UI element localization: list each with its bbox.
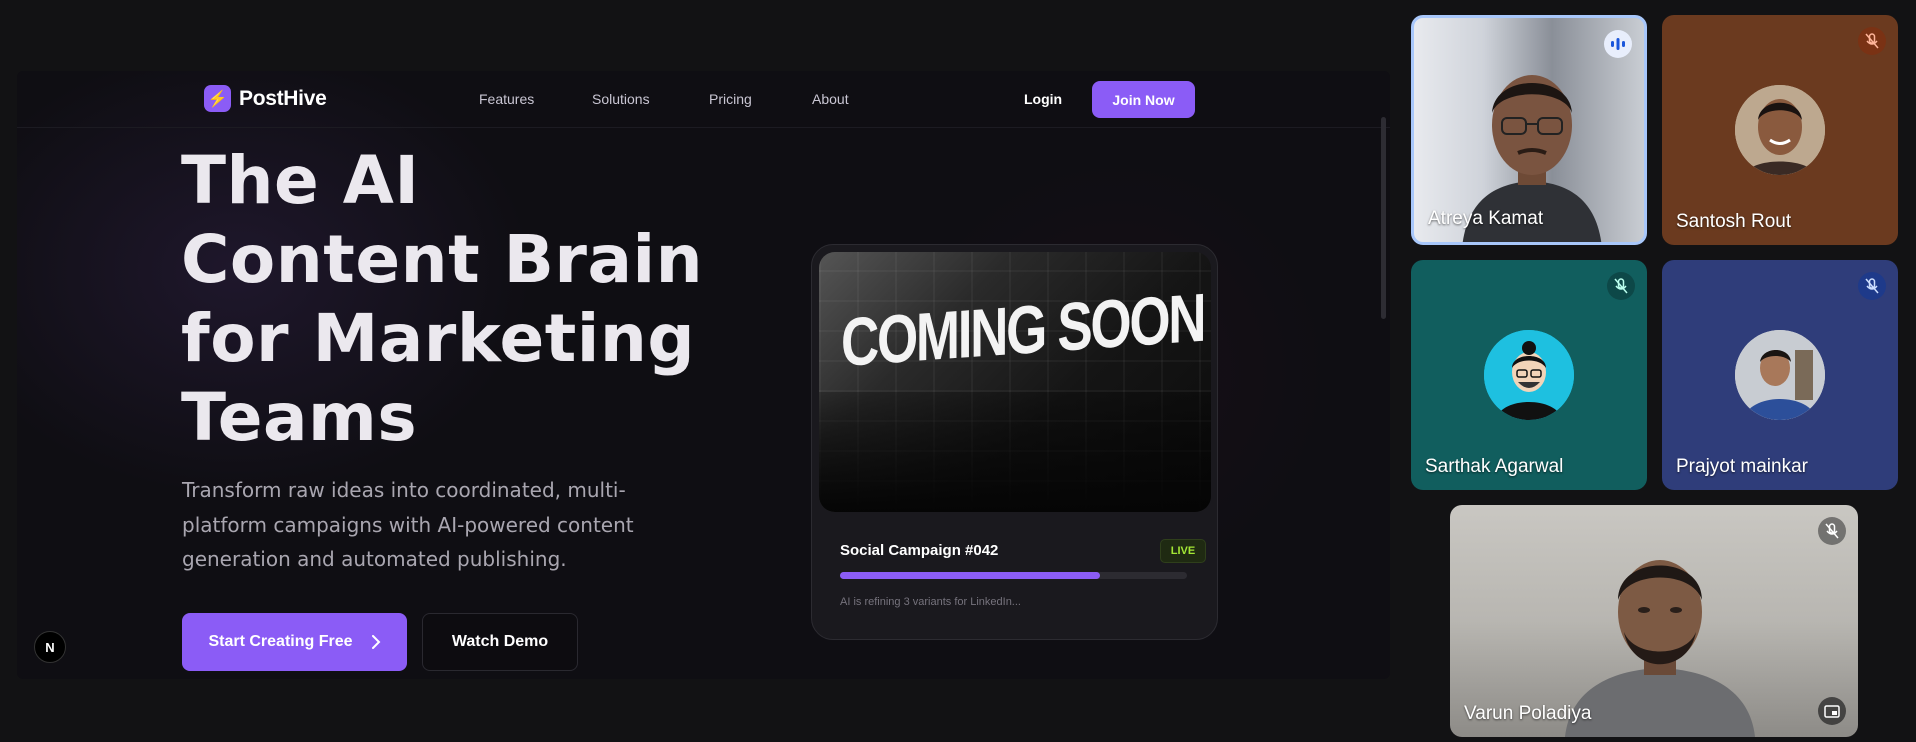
mic-off-icon — [1858, 27, 1886, 55]
progress-fill — [840, 572, 1101, 579]
start-creating-button[interactable]: Start Creating Free — [182, 613, 407, 671]
avatar — [1484, 330, 1574, 420]
start-creating-label: Start Creating Free — [208, 633, 353, 650]
watch-demo-button[interactable]: Watch Demo — [422, 613, 578, 671]
lightning-icon: ⚡ — [204, 85, 231, 112]
picture-in-picture-icon[interactable] — [1818, 697, 1846, 725]
avatar — [1735, 85, 1825, 175]
participant-tile-atreya[interactable]: Atreya Kamat — [1411, 15, 1647, 245]
mic-off-icon — [1607, 272, 1635, 300]
live-badge: LIVE — [1160, 539, 1206, 563]
hero-title: The AI Content Brain for Marketing Teams — [181, 142, 704, 456]
campaign-image: COMING SOON — [819, 252, 1211, 512]
nextjs-dev-badge[interactable]: N — [34, 631, 66, 663]
participant-tile-prajyot[interactable]: Prajyot mainkar — [1662, 260, 1898, 490]
page-scrollbar[interactable] — [1381, 117, 1386, 319]
nav-about[interactable]: About — [812, 91, 849, 107]
participant-name: Prajyot mainkar — [1676, 456, 1808, 477]
nav-pricing[interactable]: Pricing — [709, 91, 752, 107]
participant-name: Santosh Rout — [1676, 211, 1792, 232]
hero-subtitle: Transform raw ideas into coordinated, mu… — [182, 478, 634, 571]
mic-off-icon — [1858, 272, 1886, 300]
site-navbar: ⚡ PostHive Features Solutions Pricing Ab… — [17, 71, 1390, 128]
avatar — [1735, 330, 1825, 420]
logo-text: PostHive — [239, 86, 327, 110]
participant-tile-sarthak[interactable]: Sarthak Agarwal — [1411, 260, 1647, 490]
nav-features[interactable]: Features — [479, 91, 534, 107]
participant-name: Varun Poladiya — [1464, 703, 1592, 724]
campaign-card: COMING SOON Social Campaign #042 LIVE AI… — [811, 244, 1218, 640]
campaign-note: AI is refining 3 variants for LinkedIn..… — [840, 596, 1021, 608]
nav-solutions[interactable]: Solutions — [592, 91, 650, 107]
participant-tile-santosh[interactable]: Santosh Rout — [1662, 15, 1898, 245]
participant-name: Atreya Kamat — [1428, 208, 1544, 229]
meeting-window: ⚡ PostHive Features Solutions Pricing Ab… — [0, 0, 1916, 742]
shared-screen: ⚡ PostHive Features Solutions Pricing Ab… — [17, 71, 1390, 679]
login-link[interactable]: Login — [1024, 91, 1062, 107]
image-shadow — [819, 392, 1211, 512]
campaign-title: Social Campaign #042 — [840, 542, 999, 559]
join-now-button[interactable]: Join Now — [1092, 81, 1195, 118]
campaign-progress — [840, 572, 1187, 579]
mic-off-icon — [1818, 517, 1846, 545]
audio-level-icon — [1604, 30, 1632, 58]
site-logo[interactable]: ⚡ PostHive — [204, 85, 327, 112]
participant-name: Sarthak Agarwal — [1425, 456, 1564, 477]
chevron-right-icon — [371, 635, 380, 649]
participant-tile-varun[interactable]: Varun Poladiya — [1450, 505, 1858, 737]
